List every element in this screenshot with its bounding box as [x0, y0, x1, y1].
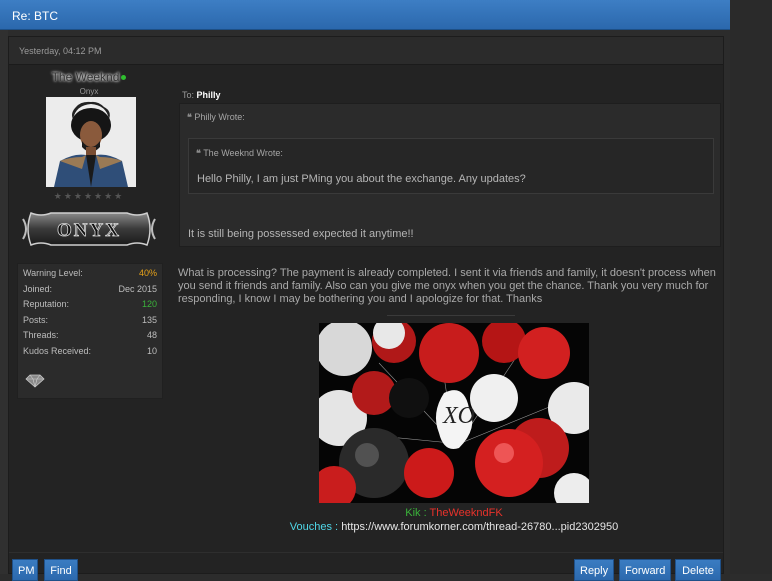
onyx-badge-image: ONYX	[22, 212, 156, 246]
to-line: To: Philly	[182, 90, 221, 100]
nested-quote-text: Hello Philly, I am just PMing you about …	[197, 173, 526, 185]
post: Yesterday, 04:12 PM The Weeknd Onyx ★★★★…	[8, 36, 724, 581]
quote-text: It is still being possessed expected it …	[188, 228, 414, 240]
author-usertitle: Onyx	[79, 87, 99, 96]
stat-label: Kudos Received:	[23, 345, 92, 356]
stat-value: 10	[146, 345, 157, 356]
stat-value: 120	[141, 299, 157, 309]
stat-row: Warning Level: 40%	[23, 268, 157, 284]
thread-header: Re: BTC	[0, 0, 730, 30]
quote-header: ❝ Philly Wrote:	[187, 112, 245, 123]
post-footer: PM Find Reply Forward Delete	[9, 552, 723, 581]
stat-value: 40%	[138, 268, 157, 278]
quote-author: Philly Wrote:	[194, 112, 245, 122]
forward-button[interactable]: Forward	[619, 559, 671, 581]
quote-block: ❝ Philly Wrote: ❝ The Weeknd Wrote: Hell…	[179, 103, 721, 247]
nested-quote-block: ❝ The Weeknd Wrote: Hello Philly, I am j…	[188, 138, 714, 194]
avatar-image	[46, 97, 136, 187]
vouches-line: Vouches : https://www.forumkorner.com/th…	[177, 521, 731, 533]
pm-button[interactable]: PM	[12, 559, 38, 581]
to-name[interactable]: Philly	[197, 90, 221, 100]
stat-label: Joined:	[23, 283, 53, 294]
post-date: Yesterday, 04:12 PM	[19, 46, 102, 56]
author-username-text[interactable]: The Weeknd	[52, 70, 120, 84]
find-button[interactable]: Find	[44, 559, 78, 581]
delete-button[interactable]: Delete	[675, 559, 721, 581]
stat-value: 48	[146, 330, 157, 340]
xo-mark: XO	[442, 403, 475, 429]
stat-label: Reputation:	[23, 299, 70, 309]
to-label: To:	[182, 90, 195, 100]
stat-row: Joined: Dec 2015	[23, 284, 157, 300]
vouches-label: Vouches :	[289, 521, 339, 533]
stat-value: 135	[141, 314, 157, 325]
quote-icon: ❝	[196, 148, 201, 158]
stat-label: Posts:	[23, 314, 49, 325]
rank-badge: ONYX	[21, 207, 157, 251]
rank-stars: ★★★★★★★	[53, 191, 125, 201]
stat-label: Warning Level:	[23, 268, 83, 278]
signature-image: XO	[319, 323, 589, 503]
reply-button[interactable]: Reply	[574, 559, 614, 581]
avatar[interactable]	[46, 97, 136, 187]
stat-row: Threads: 48	[23, 330, 157, 346]
online-status-icon	[121, 75, 127, 81]
post-date-bar: Yesterday, 04:12 PM	[9, 37, 723, 65]
author-username[interactable]: The Weeknd	[9, 70, 169, 84]
badge-text: ONYX	[57, 220, 121, 241]
vouches-link[interactable]: https://www.forumkorner.com/thread-26780…	[341, 521, 618, 533]
stat-row: Kudos Received: 10	[23, 346, 157, 362]
stat-row: Posts: 135	[23, 315, 157, 331]
stat-value: Dec 2015	[118, 283, 157, 294]
signature-divider	[387, 315, 515, 316]
quote-icon: ❝	[187, 112, 192, 122]
nested-quote-header: ❝ The Weeknd Wrote:	[196, 148, 283, 159]
kik-label: Kik :	[405, 507, 427, 519]
page-margin	[730, 0, 772, 574]
author-stats: Warning Level: 40% Joined: Dec 2015 Reputati…	[17, 263, 163, 399]
kik-value: TheWeekndFK	[429, 507, 503, 519]
stat-label: Threads:	[23, 330, 59, 340]
stat-row: Reputation: 120	[23, 299, 157, 315]
kik-line: Kik : TheWeekndFK	[177, 507, 731, 519]
balloons-image: XO	[319, 323, 589, 503]
nested-quote-author: The Weeknd Wrote:	[203, 148, 283, 158]
post-body: What is processing? The payment is alrea…	[178, 267, 716, 305]
thread-title: Re: BTC	[12, 9, 59, 23]
diamond-icon	[25, 374, 45, 388]
page-margin-left	[0, 30, 8, 574]
